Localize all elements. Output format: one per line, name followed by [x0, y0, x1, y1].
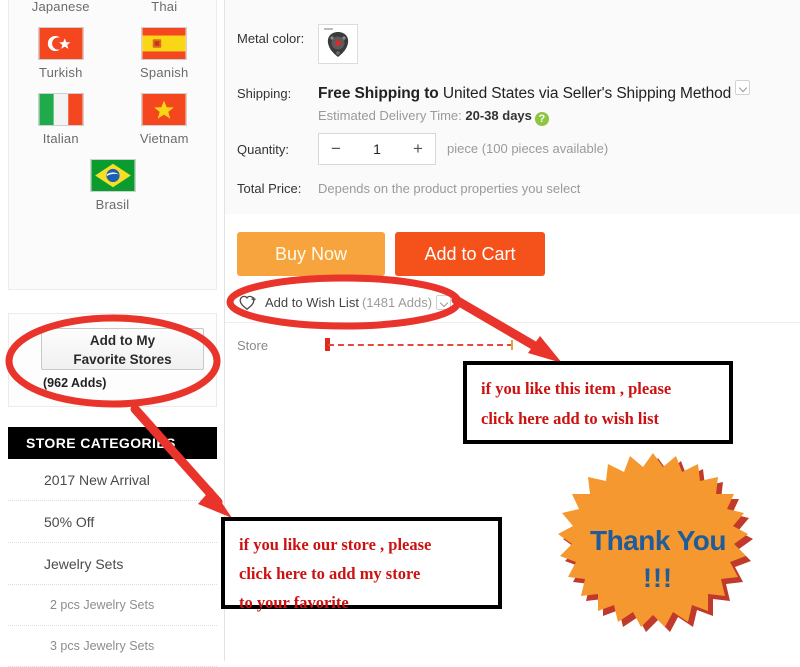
store-dashed-line: [328, 344, 513, 346]
chevron-down-icon[interactable]: [735, 80, 751, 95]
language-grid: Japanese Thai Turkish Spanish Italian Vi…: [9, 0, 216, 216]
language-item-turkish[interactable]: Turkish: [9, 18, 113, 84]
category-item-50-off[interactable]: 50% Off: [8, 501, 217, 543]
jewelry-thumbnail-icon: [319, 25, 357, 63]
eta-label: Estimated Delivery Time:: [318, 108, 462, 123]
language-panel: Japanese Thai Turkish Spanish Italian Vi…: [8, 0, 217, 290]
thank-you-badge: Thank You !!!: [553, 451, 763, 656]
shipping-free-text: Free Shipping to: [318, 85, 439, 102]
heart-plus-icon: [239, 295, 256, 311]
store-categories-header: STORE CATEGORIES: [8, 427, 217, 459]
language-item-italian[interactable]: Italian: [9, 84, 113, 150]
total-price-value: Depends on the product properties you se…: [318, 181, 581, 196]
total-price-label: Total Price:: [237, 181, 302, 196]
metal-color-label: Metal color:: [237, 31, 305, 46]
divider: [225, 322, 800, 323]
add-to-favorite-stores-button[interactable]: Add to My Favorite Stores: [41, 328, 204, 370]
language-item-vietnam[interactable]: Vietnam: [113, 84, 217, 150]
category-item-jewelry-sets[interactable]: Jewelry Sets: [8, 543, 217, 585]
dashed-line-cap-right: [511, 340, 513, 350]
wish-list-label: Add to Wish List: [265, 295, 359, 310]
note-line: click here to add my store: [239, 564, 421, 583]
language-label: Spanish: [140, 65, 189, 80]
language-label: Turkish: [38, 65, 83, 80]
vietnam-flag-icon: [141, 93, 188, 126]
note-line: if you like our store , please: [239, 535, 432, 554]
favorite-adds-count: (962 Adds): [43, 376, 107, 390]
shipping-label: Shipping:: [237, 86, 292, 101]
product-detail-panel: Metal color: Shipping: Free Shipping to …: [225, 0, 800, 214]
language-label: Brasil: [95, 197, 130, 212]
store-categories-list: 2017 New Arrival 50% Off Jewelry Sets 2 …: [8, 459, 217, 667]
fav-label-line1: Add to My: [89, 333, 156, 348]
annotation-note-wish-list: if you like this item , please click her…: [463, 361, 733, 444]
language-label: Vietnam: [139, 131, 189, 146]
wish-list-count: (1481 Adds): [361, 295, 433, 310]
language-item-japanese[interactable]: Japanese: [9, 0, 113, 18]
brazil-flag-icon: [89, 159, 136, 192]
language-label: Japanese: [31, 0, 90, 14]
note-line: if you like this item , please: [481, 379, 672, 398]
category-item-2017-new-arrival[interactable]: 2017 New Arrival: [8, 459, 217, 501]
eta-unit: days: [502, 108, 532, 123]
quantity-label: Quantity:: [237, 142, 290, 157]
store-row-label: Store: [237, 338, 269, 353]
quantity-availability-text: piece (100 pieces available): [447, 141, 609, 156]
help-icon[interactable]: ?: [534, 112, 549, 126]
fav-label-line2: Favorite Stores: [73, 352, 172, 367]
language-label: Italian: [42, 131, 79, 146]
add-to-wish-list[interactable]: Add to Wish List (1481 Adds): [239, 294, 452, 311]
language-label: Thai: [151, 0, 178, 14]
quantity-increment-button[interactable]: +: [401, 134, 435, 164]
favorite-store-box: Add to My Favorite Stores (962 Adds): [8, 313, 217, 407]
note-line: click here add to wish list: [481, 409, 659, 428]
italy-flag-icon: [37, 93, 84, 126]
eta-value: 20-38: [465, 108, 499, 123]
estimated-delivery-row: Estimated Delivery Time: 20-38 days?: [318, 108, 549, 126]
page-root: Japanese Thai Turkish Spanish Italian Vi…: [0, 0, 800, 667]
category-item-2-pcs-jewelry-sets[interactable]: 2 pcs Jewelry Sets: [8, 585, 217, 626]
metal-color-swatch[interactable]: [318, 24, 358, 64]
language-item-thai[interactable]: Thai: [113, 0, 217, 18]
shipping-method-text[interactable]: Free Shipping to United States via Selle…: [318, 80, 751, 103]
add-to-cart-button[interactable]: Add to Cart: [395, 232, 545, 276]
annotation-note-favorite-store: if you like our store , please click her…: [221, 517, 502, 612]
quantity-input[interactable]: 1: [353, 141, 401, 157]
left-sidebar: Japanese Thai Turkish Spanish Italian Vi…: [0, 0, 225, 667]
turkey-flag-icon: [37, 27, 84, 60]
spain-flag-icon: [141, 27, 188, 60]
buy-now-button[interactable]: Buy Now: [237, 232, 385, 276]
wish-list-chevron-down-icon[interactable]: [436, 295, 452, 310]
quantity-decrement-button[interactable]: −: [319, 134, 353, 164]
note-line: to your favorite: [239, 593, 349, 612]
language-item-spanish[interactable]: Spanish: [113, 18, 217, 84]
starburst-icon: [558, 453, 753, 632]
language-item-brasil[interactable]: Brasil: [9, 150, 216, 216]
quantity-stepper[interactable]: − 1 +: [318, 133, 436, 165]
shipping-destination-text: United States via Seller's Shipping Meth…: [438, 85, 732, 102]
